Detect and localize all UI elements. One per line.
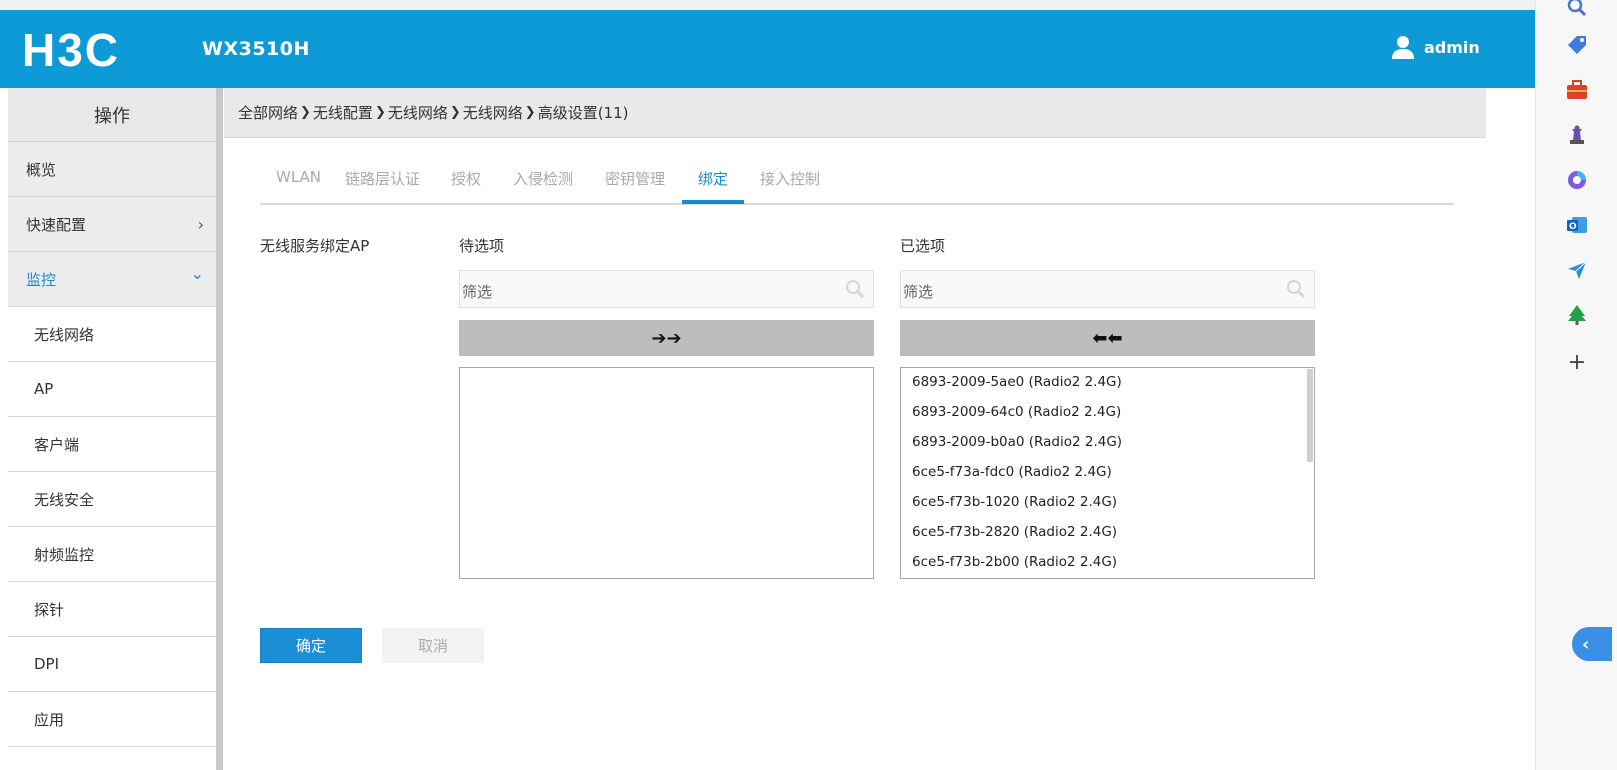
list-item[interactable]: 6ce5-f73a-fdc0 (Radio2 2.4G) (912, 464, 1112, 480)
svg-text:O: O (1569, 222, 1577, 232)
browser-top-strip (0, 0, 1535, 10)
user-menu[interactable]: admin (1390, 34, 1480, 60)
move-left-button[interactable]: ⬅⬅ (900, 320, 1315, 356)
chevron-right-icon: › (197, 215, 204, 234)
tab-intrusion-detection[interactable]: 入侵检测 (513, 168, 573, 189)
sidebar-item-rf-monitor[interactable]: 射频监控 (8, 527, 216, 582)
available-listbox[interactable] (459, 367, 874, 579)
collapse-panel-button[interactable]: ‹ (1572, 627, 1612, 661)
tag-icon[interactable] (1564, 32, 1590, 58)
list-item[interactable]: 6ce5-f73b-2b00 (Radio2 2.4G) (912, 554, 1117, 570)
sidebar-item-apps[interactable]: 应用 (8, 692, 216, 747)
field-label-bind-ap: 无线服务绑定AP (260, 237, 370, 255)
breadcrumb-separator-icon: ❯ (374, 105, 386, 120)
breadcrumb-separator-icon: ❯ (449, 105, 461, 120)
sidebar-title: 操作 (8, 88, 216, 142)
breadcrumb-item[interactable]: 无线配置 (313, 102, 373, 123)
cancel-button[interactable]: 取消 (382, 628, 484, 663)
sidebar-item-label: DPI (34, 655, 60, 673)
tab-key-management[interactable]: 密钥管理 (605, 168, 665, 189)
sidebar-item-wireless-security[interactable]: 无线安全 (8, 472, 216, 527)
sidebar: 操作 概览 快速配置 › 监控 ⌄ 无线网络 AP 客户端 无线安全 射频监控 … (8, 88, 223, 770)
logo-text: H3C (22, 28, 120, 72)
selected-title: 已选项 (900, 237, 946, 255)
search-icon (845, 279, 865, 303)
copilot-icon[interactable] (1564, 167, 1590, 193)
sidebar-item-quick-config[interactable]: 快速配置 › (8, 197, 216, 252)
tab-access-control[interactable]: 接入控制 (760, 168, 820, 189)
username: admin (1424, 37, 1480, 57)
tab-authorization[interactable]: 授权 (451, 168, 481, 189)
sidebar-item-ap[interactable]: AP (8, 362, 216, 417)
tree-icon[interactable] (1564, 302, 1590, 328)
sidebar-item-probe[interactable]: 探针 (8, 582, 216, 637)
sidebar-item-label: 探针 (34, 600, 65, 619)
ok-button[interactable]: 确定 (260, 628, 362, 663)
breadcrumb-separator-icon: ❯ (300, 105, 311, 120)
selected-filter-input[interactable]: 筛选 (900, 270, 1315, 308)
tab-link-auth[interactable]: 链路层认证 (345, 168, 420, 189)
tab-binding[interactable]: 绑定 (698, 168, 728, 189)
chevron-down-icon: ⌄ (190, 264, 204, 283)
filter-placeholder: 筛选 (462, 283, 493, 301)
filter-placeholder: 筛选 (903, 283, 934, 301)
sidebar-item-label: 无线安全 (34, 490, 95, 509)
sidebar-item-label: 应用 (34, 710, 65, 729)
breadcrumb-current: 高级设置(11) (537, 104, 629, 122)
plus-icon[interactable]: + (1564, 349, 1590, 375)
sidebar-item-label: 射频监控 (34, 545, 95, 564)
available-filter-input[interactable]: 筛选 (459, 270, 874, 308)
list-item[interactable]: 6893-2009-b0a0 (Radio2 2.4G) (912, 434, 1122, 450)
active-tab-indicator (682, 200, 744, 204)
sidebar-item-label: 监控 (26, 270, 57, 289)
list-item[interactable]: 6ce5-f73b-1020 (Radio2 2.4G) (912, 494, 1117, 510)
tab-wlan[interactable]: WLAN (276, 168, 321, 186)
chess-icon[interactable] (1564, 122, 1590, 148)
outlook-icon[interactable]: O (1564, 212, 1590, 238)
settings-tabs: WLAN 链路层认证 授权 入侵检测 密钥管理 绑定 接入控制 (260, 158, 1454, 205)
sidebar-item-label: 无线网络 (34, 325, 95, 344)
app-header: H3C WX3510H admin (0, 10, 1535, 88)
user-icon (1392, 36, 1414, 59)
h3c-logo: H3C (22, 24, 180, 76)
search-icon (1286, 279, 1306, 303)
list-item[interactable]: 6893-2009-5ae0 (Radio2 2.4G) (912, 374, 1122, 390)
sidebar-item-label: 概览 (26, 160, 57, 179)
selected-listbox[interactable]: 6893-2009-5ae0 (Radio2 2.4G) 6893-2009-6… (900, 367, 1315, 579)
toolbox-icon[interactable] (1564, 77, 1590, 103)
search-icon[interactable] (1564, 0, 1590, 20)
breadcrumb-item[interactable]: 全部网络 (238, 102, 298, 123)
sidebar-item-label: 快速配置 (26, 215, 87, 234)
browser-side-rail: O + ‹ (1535, 0, 1617, 770)
sidebar-item-dpi[interactable]: DPI (8, 637, 216, 692)
list-item[interactable]: 6893-2009-64c0 (Radio2 2.4G) (912, 404, 1121, 420)
available-title: 待选项 (459, 237, 505, 255)
breadcrumb: 全部网络 ❯ 无线配置 ❯ 无线网络 ❯ 无线网络 ❯ 高级设置(11) (224, 88, 1486, 138)
send-icon[interactable] (1564, 257, 1590, 283)
sidebar-item-label: AP (34, 380, 54, 398)
device-model: WX3510H (202, 38, 310, 60)
move-right-button[interactable]: ➔➔ (459, 320, 874, 356)
breadcrumb-separator-icon: ❯ (524, 105, 536, 120)
breadcrumb-item[interactable]: 无线网络 (388, 102, 448, 123)
sidebar-item-label: 客户端 (34, 435, 80, 454)
sidebar-item-wireless-network[interactable]: 无线网络 (8, 307, 216, 362)
breadcrumb-item[interactable]: 无线网络 (463, 102, 523, 123)
sidebar-item-clients[interactable]: 客户端 (8, 417, 216, 472)
listbox-scrollbar[interactable] (1307, 369, 1313, 462)
sidebar-item-overview[interactable]: 概览 (8, 142, 216, 197)
list-item[interactable]: 6ce5-f73b-2820 (Radio2 2.4G) (912, 524, 1117, 540)
sidebar-scrollbar[interactable] (216, 88, 223, 770)
sidebar-item-monitor[interactable]: 监控 ⌄ (8, 252, 216, 307)
